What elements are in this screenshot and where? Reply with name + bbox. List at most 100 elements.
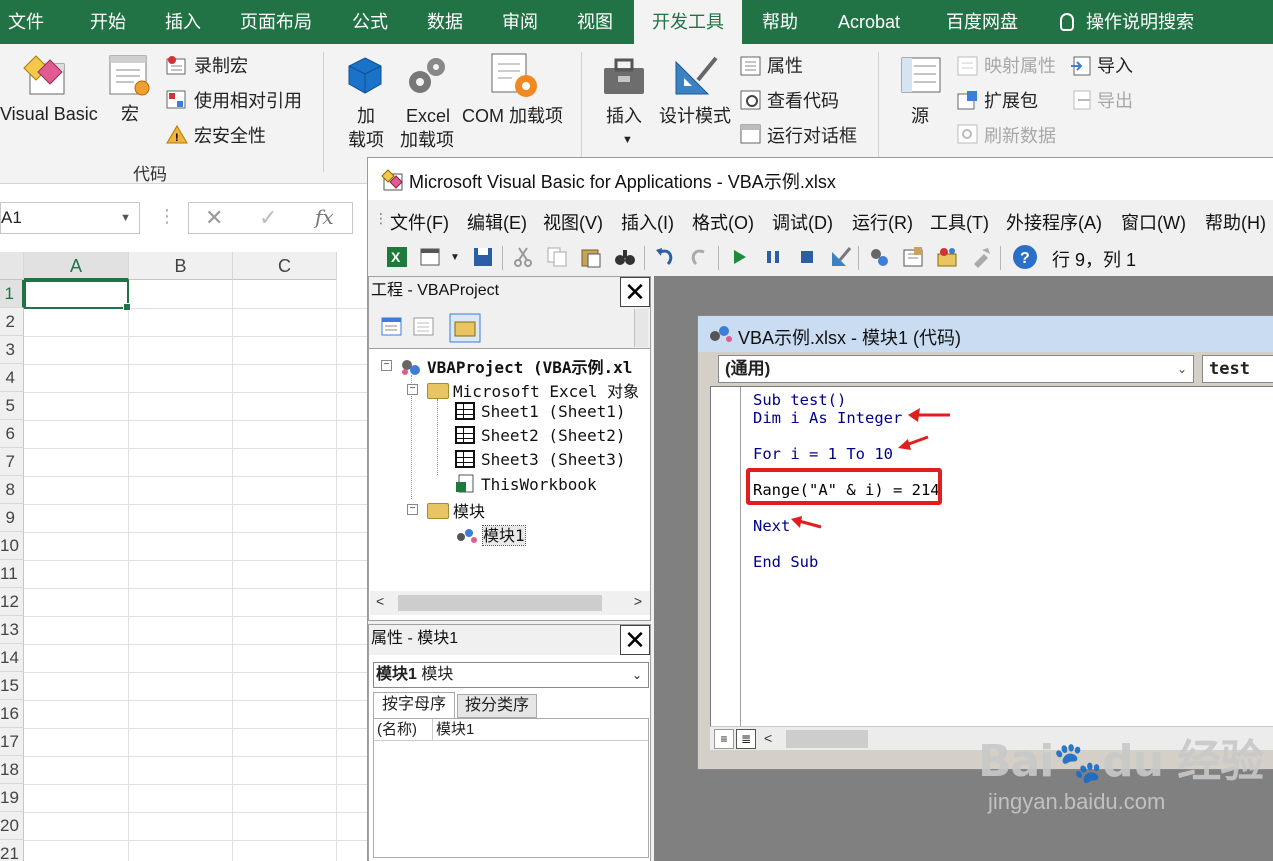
- com-addins-icon[interactable]: [490, 52, 540, 100]
- stop-icon[interactable]: [796, 246, 818, 268]
- row-header[interactable]: 10: [0, 532, 24, 560]
- tab-acrobat[interactable]: Acrobat: [838, 0, 900, 44]
- excel-addins-line1[interactable]: Excel: [406, 104, 450, 128]
- tree-sheet1[interactable]: Sheet1 (Sheet1): [455, 402, 626, 421]
- menu-format[interactable]: 格式(O): [692, 209, 754, 235]
- excel-addins-line2[interactable]: 加载项: [400, 128, 454, 152]
- row-header[interactable]: 2: [0, 308, 24, 336]
- row-header[interactable]: 5: [0, 392, 24, 420]
- tab-review[interactable]: 审阅: [502, 0, 538, 44]
- tab-insert[interactable]: 插入: [165, 0, 201, 44]
- tree-sheet3[interactable]: Sheet3 (Sheet3): [455, 450, 626, 469]
- row-header[interactable]: 3: [0, 336, 24, 364]
- property-row[interactable]: (名称) 模块1: [374, 719, 648, 741]
- tab-home[interactable]: 开始: [90, 0, 126, 44]
- cancel-icon[interactable]: ✕: [205, 205, 223, 231]
- object-browser-icon[interactable]: [936, 246, 958, 268]
- tab-baidu-netdisk[interactable]: 百度网盘: [946, 0, 1018, 44]
- vbe-title-bar[interactable]: Microsoft Visual Basic for Applications …: [368, 158, 1273, 200]
- code-editor[interactable]: Sub test() Dim i As Integer For i = 1 To…: [710, 386, 1273, 727]
- macro-security-button[interactable]: 宏安全性: [194, 124, 266, 148]
- addins-cube-icon[interactable]: [346, 56, 384, 96]
- scroll-thumb[interactable]: [786, 730, 868, 748]
- find-icon[interactable]: [614, 246, 636, 268]
- chevron-left-icon[interactable]: <: [764, 730, 772, 746]
- tab-developer[interactable]: 开发工具: [634, 0, 742, 44]
- properties-window-icon[interactable]: [902, 246, 924, 268]
- row-header[interactable]: 17: [0, 728, 24, 756]
- chevron-right-icon[interactable]: >: [634, 593, 642, 609]
- row-header[interactable]: 19: [0, 784, 24, 812]
- menu-tools[interactable]: 工具(T): [930, 209, 989, 235]
- run-icon[interactable]: [728, 246, 750, 268]
- collapse-icon[interactable]: −: [407, 384, 418, 395]
- collapse-icon[interactable]: −: [407, 504, 418, 515]
- row-header[interactable]: 16: [0, 700, 24, 728]
- export-button[interactable]: 导出: [1097, 89, 1133, 113]
- tree-thisworkbook[interactable]: ThisWorkbook: [455, 474, 597, 494]
- close-icon[interactable]: ✕: [620, 625, 650, 655]
- chevron-left-icon[interactable]: <: [376, 593, 384, 609]
- design-mode-icon[interactable]: [830, 246, 852, 268]
- row-header[interactable]: 1: [0, 280, 24, 308]
- view-object-icon[interactable]: [413, 317, 435, 337]
- toolbox-icon[interactable]: [602, 58, 646, 96]
- visual-basic-icon[interactable]: [22, 54, 70, 98]
- help-icon[interactable]: ?: [1012, 244, 1038, 270]
- row-header[interactable]: 11: [0, 560, 24, 588]
- paste-icon[interactable]: [580, 246, 602, 268]
- menu-help[interactable]: 帮助(H): [1205, 209, 1266, 235]
- tell-me-search[interactable]: 操作说明搜索: [1060, 0, 1194, 44]
- undo-icon[interactable]: [654, 246, 676, 268]
- column-header-c[interactable]: C: [233, 252, 337, 280]
- tab-categorized[interactable]: 按分类序: [457, 694, 537, 718]
- row-header[interactable]: 13: [0, 616, 24, 644]
- chevron-down-icon[interactable]: ⌄: [1177, 356, 1187, 382]
- tab-file[interactable]: 文件: [8, 0, 44, 44]
- com-addins-button[interactable]: COM 加载项: [462, 104, 563, 128]
- map-properties-button[interactable]: 映射属性: [984, 54, 1056, 78]
- cut-icon[interactable]: [512, 246, 534, 268]
- close-icon[interactable]: ✕: [620, 277, 650, 307]
- full-module-view-icon[interactable]: ≣: [736, 729, 756, 749]
- tree-vbaproject[interactable]: VBAProject (VBA示例.xl: [399, 354, 632, 378]
- chevron-down-icon[interactable]: ▼: [622, 128, 633, 152]
- view-code-icon[interactable]: [381, 317, 403, 337]
- tab-help[interactable]: 帮助: [762, 0, 798, 44]
- menu-addins[interactable]: 外接程序(A): [1006, 209, 1102, 235]
- collapse-icon[interactable]: −: [381, 360, 392, 371]
- copy-icon[interactable]: [546, 246, 568, 268]
- check-icon[interactable]: ✓: [259, 205, 277, 231]
- record-macro-button[interactable]: 录制宏: [194, 54, 248, 78]
- xml-source-button[interactable]: 源: [911, 104, 929, 128]
- addins-line2[interactable]: 载项: [348, 128, 384, 152]
- procedure-view-icon[interactable]: ≡: [714, 729, 734, 749]
- gears-icon[interactable]: [406, 54, 448, 98]
- macros-button[interactable]: 宏: [121, 102, 139, 126]
- chevron-down-icon[interactable]: ▼: [450, 252, 462, 274]
- redo-icon[interactable]: [688, 246, 710, 268]
- expansion-packs-button[interactable]: 扩展包: [984, 89, 1038, 113]
- insert-function-icon[interactable]: fx: [315, 205, 334, 229]
- row-header[interactable]: 21: [0, 840, 24, 861]
- name-box[interactable]: A1 ▼: [0, 202, 140, 234]
- view-code-button[interactable]: 查看代码: [767, 89, 839, 113]
- xml-source-icon[interactable]: [900, 56, 942, 96]
- design-mode-button[interactable]: 设计模式: [659, 104, 731, 128]
- menu-view[interactable]: 视图(V): [543, 209, 603, 235]
- column-header-b[interactable]: B: [129, 252, 233, 280]
- import-button[interactable]: 导入: [1097, 54, 1133, 78]
- design-mode-icon[interactable]: [672, 54, 718, 98]
- menu-debug[interactable]: 调试(D): [772, 209, 833, 235]
- row-header[interactable]: 4: [0, 364, 24, 392]
- menu-insert[interactable]: 插入(I): [621, 209, 674, 235]
- menu-edit[interactable]: 编辑(E): [467, 209, 527, 235]
- macros-icon[interactable]: [108, 54, 152, 98]
- properties-button[interactable]: 属性: [767, 54, 803, 78]
- tab-view[interactable]: 视图: [577, 0, 613, 44]
- worksheet-grid[interactable]: A B C 1 2 3 4 5 6 7 8 9 10 11 12 13 14 15 16 17 18 19 20 21: [0, 252, 370, 861]
- insert-userform-icon[interactable]: [420, 246, 442, 268]
- relative-reference-button[interactable]: 使用相对引用: [194, 89, 302, 113]
- tab-alphabetic[interactable]: 按字母序: [373, 692, 455, 718]
- project-explorer-icon[interactable]: [868, 246, 890, 268]
